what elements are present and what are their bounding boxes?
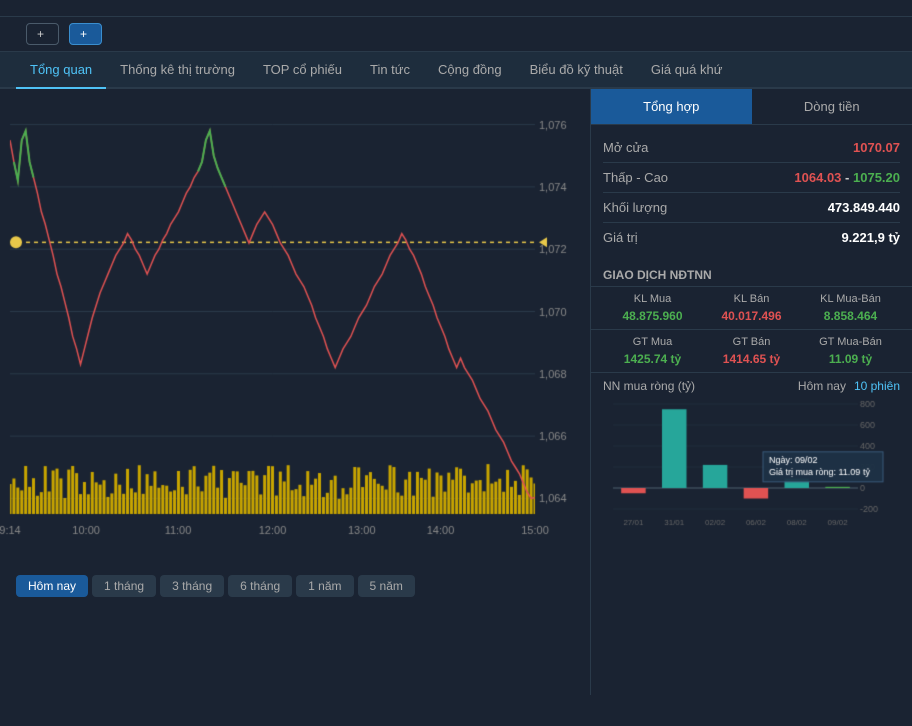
cao-value: 1075.20 <box>853 170 900 185</box>
plus-icon: + <box>37 27 44 41</box>
gia-tri-value: 9.221,9 tỷ <box>841 230 900 245</box>
time-btn-5year[interactable]: 5 năm <box>358 575 415 597</box>
nav-tabs: Tổng quan Thống kê thị trường TOP cổ phi… <box>0 52 912 89</box>
stat-mo-cua: Mở cửa 1070.07 <box>603 133 900 163</box>
thap-cao-value: 1064.03 - 1075.20 <box>794 170 900 185</box>
nn-tab-10phien[interactable]: 10 phiên <box>854 379 900 393</box>
time-btn-1month[interactable]: 1 tháng <box>92 575 156 597</box>
time-btn-1year[interactable]: 1 năm <box>296 575 353 597</box>
ndtnn-kl-net: KL Mua-Bán 8.858.464 <box>801 293 900 323</box>
ndtnn-kl-ban: KL Bán 40.017.496 <box>702 293 801 323</box>
kl-ban-label: KL Bán <box>702 293 801 305</box>
toggle-tong-hop[interactable]: Tổng hợp <box>591 89 752 124</box>
gt-net-label: GT Mua-Bán <box>801 336 900 348</box>
nn-chart-label: NN mua ròng (tỷ) <box>603 379 695 393</box>
gt-mua-label: GT Mua <box>603 336 702 348</box>
main-content: Hôm nay 1 tháng 3 tháng 6 tháng 1 năm 5 … <box>0 89 912 695</box>
nn-chart-tabs: Hôm nay 10 phiên <box>798 379 900 393</box>
kl-net-value: 8.858.464 <box>801 309 900 323</box>
khoi-luong-value: 473.849.440 <box>828 200 900 215</box>
time-btn-today[interactable]: Hôm nay <box>16 575 88 597</box>
theo-doi-button[interactable]: + <box>69 23 102 45</box>
stat-khoi-luong: Khối lượng 473.849.440 <box>603 193 900 223</box>
kl-ban-value: 40.017.496 <box>702 309 801 323</box>
mo-cua-value: 1070.07 <box>853 140 900 155</box>
nn-bar-chart[interactable] <box>603 399 893 529</box>
kl-mua-label: KL Mua <box>603 293 702 305</box>
time-btn-6month[interactable]: 6 tháng <box>228 575 292 597</box>
header <box>0 0 912 17</box>
tab-tin-tuc[interactable]: Tin tức <box>356 52 424 89</box>
kl-net-label: KL Mua-Bán <box>801 293 900 305</box>
stats-section: Mở cửa 1070.07 Thấp - Cao 1064.03 - 1075… <box>591 125 912 260</box>
nn-chart-header: NN mua ròng (tỷ) Hôm nay 10 phiên <box>591 373 912 399</box>
tab-thong-ke[interactable]: Thống kê thị trường <box>106 52 249 89</box>
subheader: + + <box>0 17 912 52</box>
gia-tri-label: Giá trị <box>603 230 638 245</box>
right-panel: Tổng hợp Dòng tiền Mở cửa 1070.07 Thấp -… <box>590 89 912 695</box>
stat-thap-cao: Thấp - Cao 1064.03 - 1075.20 <box>603 163 900 193</box>
thap-cao-label: Thấp - Cao <box>603 170 668 185</box>
khoi-luong-label: Khối lượng <box>603 200 667 215</box>
bar-chart-container <box>591 399 912 529</box>
nn-tab-today[interactable]: Hôm nay <box>798 379 846 393</box>
price-chart[interactable] <box>0 89 590 569</box>
gt-mua-value: 1425.74 tỷ <box>603 352 702 366</box>
tab-top-co-phieu[interactable]: TOP cổ phiếu <box>249 52 356 89</box>
chart-area: Hôm nay 1 tháng 3 tháng 6 tháng 1 năm 5 … <box>0 89 590 695</box>
ndtnn-gt-ban: GT Bán 1414.65 tỷ <box>702 336 801 366</box>
mo-cua-label: Mở cửa <box>603 140 648 155</box>
thap-value: 1064.03 <box>794 170 841 185</box>
ndtnn-kl-mua: KL Mua 48.875.960 <box>603 293 702 323</box>
time-btn-3month[interactable]: 3 tháng <box>160 575 224 597</box>
bieu-do-button[interactable]: + <box>26 23 59 45</box>
ndtnn-kl-row: KL Mua 48.875.960 KL Bán 40.017.496 KL M… <box>591 287 912 330</box>
kl-mua-value: 48.875.960 <box>603 309 702 323</box>
ndtnn-gt-mua: GT Mua 1425.74 tỷ <box>603 336 702 366</box>
tab-bieu-do-ky-thuat[interactable]: Biểu đồ kỹ thuật <box>516 52 637 89</box>
ndtnn-gt-row: GT Mua 1425.74 tỷ GT Bán 1414.65 tỷ GT M… <box>591 330 912 373</box>
tab-cong-dong[interactable]: Cộng đồng <box>424 52 516 89</box>
chart-container <box>0 89 590 569</box>
gt-net-value: 11.09 tỷ <box>801 352 900 366</box>
toggle-dong-tien[interactable]: Dòng tiền <box>752 89 912 124</box>
gt-ban-label: GT Bán <box>702 336 801 348</box>
time-range-buttons: Hôm nay 1 tháng 3 tháng 6 tháng 1 năm 5 … <box>0 569 590 603</box>
panel-toggle: Tổng hợp Dòng tiền <box>591 89 912 125</box>
stat-gia-tri: Giá trị 9.221,9 tỷ <box>603 223 900 252</box>
ndtnn-gt-net: GT Mua-Bán 11.09 tỷ <box>801 336 900 366</box>
gt-ban-value: 1414.65 tỷ <box>702 352 801 366</box>
tab-gia-qua-khu[interactable]: Giá quá khứ <box>637 52 737 89</box>
ndtnn-header: GIAO DỊCH NĐTNN <box>591 260 912 287</box>
plus-icon-2: + <box>80 27 87 41</box>
tab-tong-quan[interactable]: Tổng quan <box>16 52 106 89</box>
